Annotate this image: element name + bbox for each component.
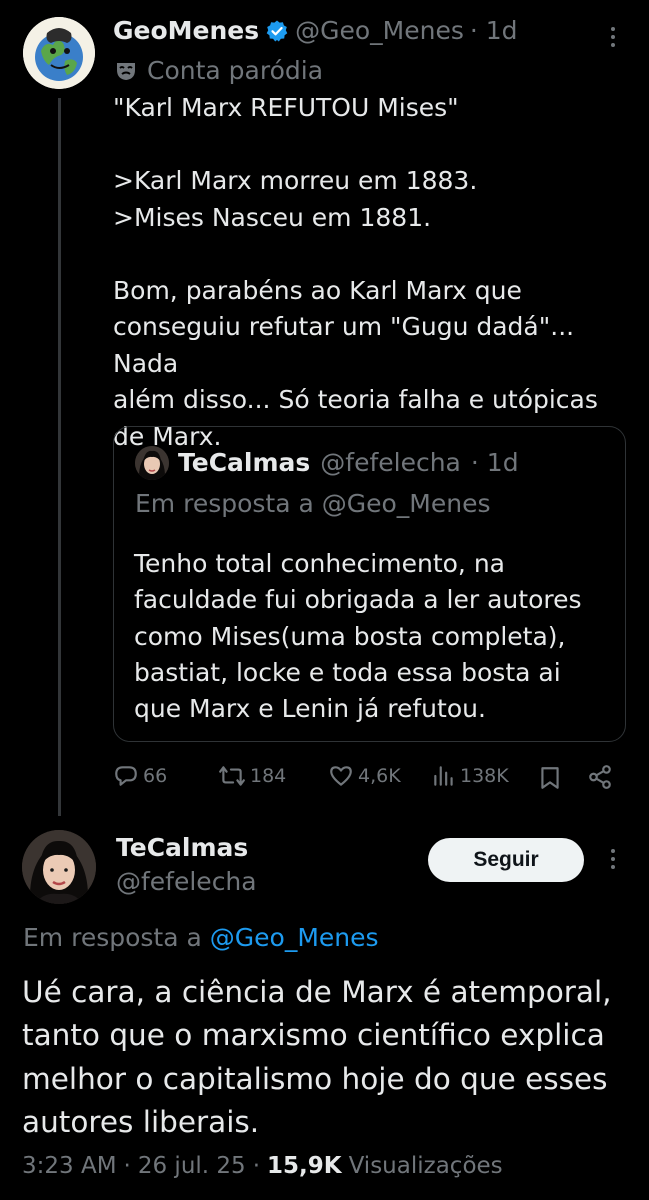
meta-separator: · [123, 1153, 131, 1179]
share-button[interactable] [587, 764, 613, 794]
quoted-time: · 1d [470, 448, 519, 477]
follow-button[interactable]: Seguir [428, 838, 584, 882]
verified-badge-icon [265, 19, 289, 43]
repost-button[interactable]: 184 [218, 763, 286, 789]
reply-button[interactable]: 66 [113, 763, 167, 789]
bookmark-button[interactable] [538, 765, 562, 795]
tweet-text: "Karl Marx REFUTOU Mises" >Karl Marx mor… [113, 93, 598, 451]
reply-context-handle[interactable]: @Geo_Menes [210, 923, 379, 952]
thread-line [58, 98, 61, 816]
quoted-header: TeCalmas @fefelecha · 1d [178, 448, 519, 477]
like-count: 4,6K [358, 765, 401, 787]
author-name[interactable]: GeoMenes [113, 16, 259, 45]
quoted-author-name: TeCalmas [178, 448, 311, 477]
bookmark-icon [541, 767, 559, 789]
reply-count: 66 [143, 765, 168, 787]
reply-text: Ué cara, a ciência de Marx é atemporal, … [22, 975, 612, 1139]
quoted-author-handle: @fefelecha [320, 448, 461, 477]
reply-time[interactable]: 3:23 AM [22, 1153, 117, 1179]
heart-icon [330, 766, 352, 786]
tweet-time[interactable]: · 1d [470, 16, 518, 45]
repost-count: 184 [250, 765, 287, 787]
reply-context: Em resposta a @Geo_Menes [23, 923, 379, 952]
tecalmas-avatar[interactable] [22, 830, 96, 904]
views-button[interactable]: 138K [432, 763, 509, 789]
author-handle[interactable]: @Geo_Menes [295, 16, 464, 45]
reply-context-prefix: Em resposta a [23, 923, 202, 952]
views-icon [434, 766, 453, 786]
parody-label-text: Conta paródia [147, 56, 324, 85]
parody-label: Conta paródia [114, 56, 323, 85]
reply-author-name[interactable]: TeCalmas [116, 833, 248, 862]
mask-icon [114, 59, 138, 83]
reply-views-label: Visualizações [348, 1153, 503, 1179]
repost-icon [219, 766, 245, 786]
quoted-reply-context: Em resposta a @Geo_Menes [135, 489, 491, 518]
reply-views-count: 15,9K [267, 1153, 342, 1179]
share-icon [589, 765, 611, 789]
reply-meta: 3:23 AM · 26 jul. 25 · 15,9K Visualizaçõ… [22, 1153, 503, 1179]
geomenes-avatar[interactable] [23, 17, 95, 89]
views-count: 138K [460, 765, 509, 787]
reply-icon [115, 766, 137, 786]
quoted-text: Tenho total conhecimento, na faculdade f… [134, 549, 582, 724]
reply-more-options-icon[interactable] [611, 849, 615, 869]
reply-author-handle[interactable]: @fefelecha [116, 867, 257, 896]
more-options-icon[interactable] [611, 27, 615, 47]
reply-date[interactable]: 26 jul. 25 [138, 1153, 246, 1179]
like-button[interactable]: 4,6K [328, 763, 401, 789]
quoted-author-avatar [135, 446, 169, 480]
meta-separator-2: · [252, 1153, 260, 1179]
tweet-header: GeoMenes @Geo_Menes · 1d [113, 16, 518, 45]
